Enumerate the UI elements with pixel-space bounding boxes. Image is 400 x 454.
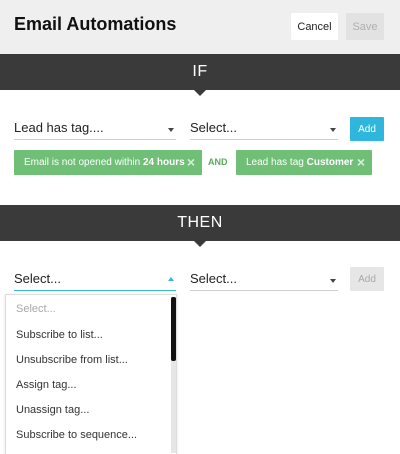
- notch-arrow-icon: [194, 241, 206, 247]
- if-label: IF: [192, 63, 208, 80]
- chip-text: Lead has tag: [246, 157, 304, 168]
- trigger-select-value: Lead has tag....: [14, 120, 104, 135]
- condition-chip: Email is not opened within 24 hours ×: [14, 150, 202, 175]
- dropdown-option[interactable]: Select...: [16, 303, 56, 315]
- add-condition-button[interactable]: Add: [350, 117, 384, 141]
- header: Email Automations Cancel Save: [0, 0, 400, 54]
- then-label: THEN: [177, 214, 223, 231]
- caret-down-icon: [330, 128, 336, 132]
- dropdown-option[interactable]: Unassign tag...: [16, 404, 89, 416]
- caret-up-icon: [168, 277, 174, 281]
- action-select-value: Select...: [14, 271, 61, 286]
- close-icon[interactable]: ×: [357, 150, 365, 175]
- cancel-button[interactable]: Cancel: [291, 13, 338, 40]
- condition-chip: Lead has tag Customer ×: [236, 150, 372, 175]
- action-dropdown-list: Select... Subscribe to list... Unsubscri…: [5, 294, 177, 454]
- notch-arrow-icon: [194, 90, 206, 96]
- close-icon[interactable]: ×: [187, 150, 195, 175]
- dropdown-option[interactable]: Subscribe to sequence...: [16, 429, 137, 441]
- action-value-select[interactable]: Select...: [190, 269, 338, 291]
- page-title: Email Automations: [14, 14, 177, 34]
- scrollbar-thumb[interactable]: [171, 297, 176, 361]
- save-button[interactable]: Save: [346, 13, 384, 40]
- action-select[interactable]: Select...: [14, 269, 176, 291]
- then-section-header: THEN: [0, 205, 400, 247]
- and-label: AND: [208, 157, 228, 167]
- dropdown-option[interactable]: Subscribe to list...: [16, 329, 103, 341]
- add-action-button[interactable]: Add: [350, 267, 384, 291]
- dropdown-option[interactable]: Assign tag...: [16, 379, 77, 391]
- trigger-select[interactable]: Lead has tag....: [14, 118, 176, 140]
- caret-down-icon: [330, 279, 336, 283]
- chip-bold-text: Customer: [306, 157, 354, 168]
- condition-value-select[interactable]: Select...: [190, 118, 338, 140]
- dropdown-option[interactable]: Unsubscribe from list...: [16, 354, 128, 366]
- action-value-select-value: Select...: [190, 271, 237, 286]
- condition-value-select-value: Select...: [190, 120, 237, 135]
- caret-down-icon: [168, 128, 174, 132]
- chip-text: Email is not opened within: [24, 157, 141, 168]
- if-section-header: IF: [0, 54, 400, 96]
- chip-bold-text: 24 hours: [142, 157, 185, 168]
